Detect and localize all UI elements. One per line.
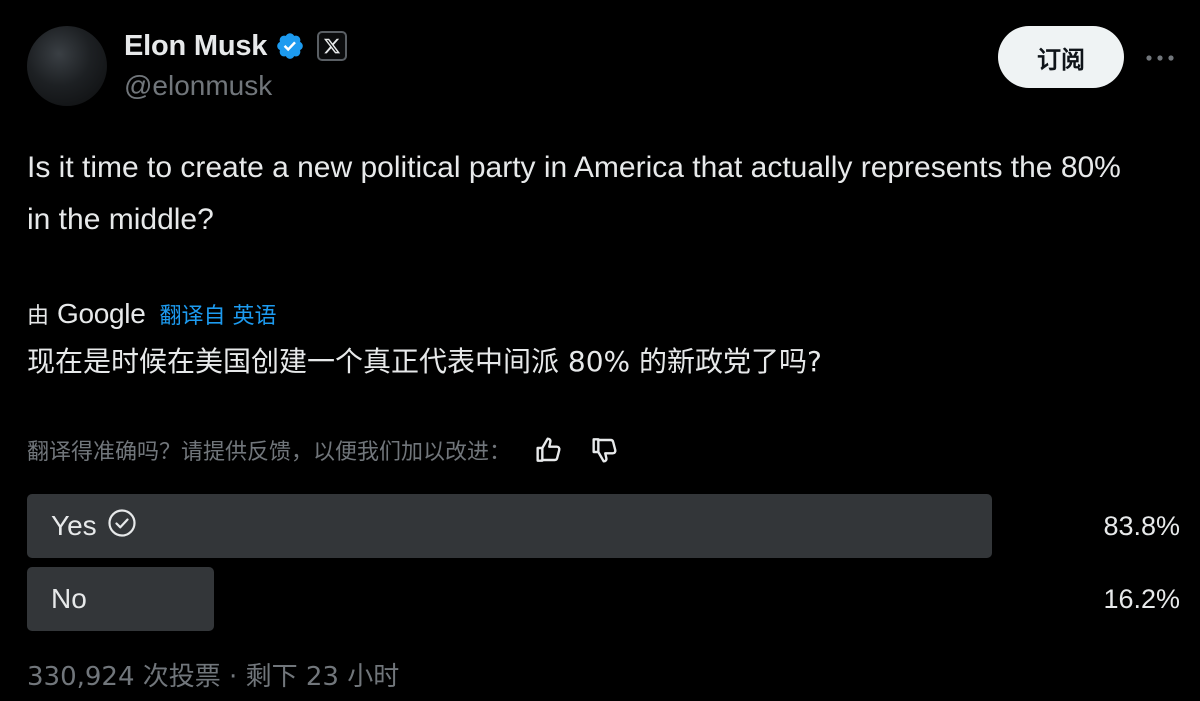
feedback-prompt: 翻译得准确吗？请提供反馈，以便我们加以改进： (27, 440, 512, 465)
author-handle[interactable]: @elonmusk (124, 70, 272, 102)
tweet-text: Is it time to create a new political par… (27, 151, 1121, 236)
author-name-row: Elon Musk (124, 26, 348, 66)
thumbs-up-icon[interactable] (531, 432, 567, 468)
poll-option-label: No (51, 567, 87, 631)
translated-from-link[interactable]: 翻译自 英语 (160, 298, 277, 330)
subscribe-button[interactable]: 订阅 (998, 26, 1124, 88)
poll-footer: 330,924 次投票 · 剩下 23 小时 (27, 662, 400, 692)
author-display-name[interactable]: Elon Musk (124, 30, 267, 63)
poll-option-percent: 16.2% (1103, 583, 1180, 614)
poll-option-percent: 83.8% (1103, 510, 1180, 541)
avatar[interactable] (27, 26, 107, 106)
poll-option-text: Yes (51, 510, 97, 541)
poll-option-no[interactable]: No 16.2% (27, 567, 1180, 631)
translated-by-label: 由 (27, 304, 50, 329)
poll-option-label: Yes (51, 494, 137, 558)
x-logo-icon[interactable] (317, 31, 348, 61)
more-dots-icon[interactable] (1140, 40, 1180, 76)
poll-option-text: No (51, 583, 87, 614)
translation-feedback: 翻译得准确吗？请提供反馈，以便我们加以改进： (27, 430, 623, 470)
check-circle-icon (107, 508, 137, 545)
verified-check-icon[interactable] (275, 31, 305, 61)
translated-text: 现在是时候在美国创建一个真正代表中间派 80% 的新政党了吗? (27, 345, 822, 378)
thumbs-down-icon[interactable] (587, 432, 623, 468)
poll-option-yes[interactable]: Yes 83.8% (27, 494, 1180, 558)
google-logo: Google (57, 298, 146, 329)
translation-attribution: 由 Google 翻译自 英语 (27, 296, 277, 332)
poll-bar (27, 494, 992, 558)
